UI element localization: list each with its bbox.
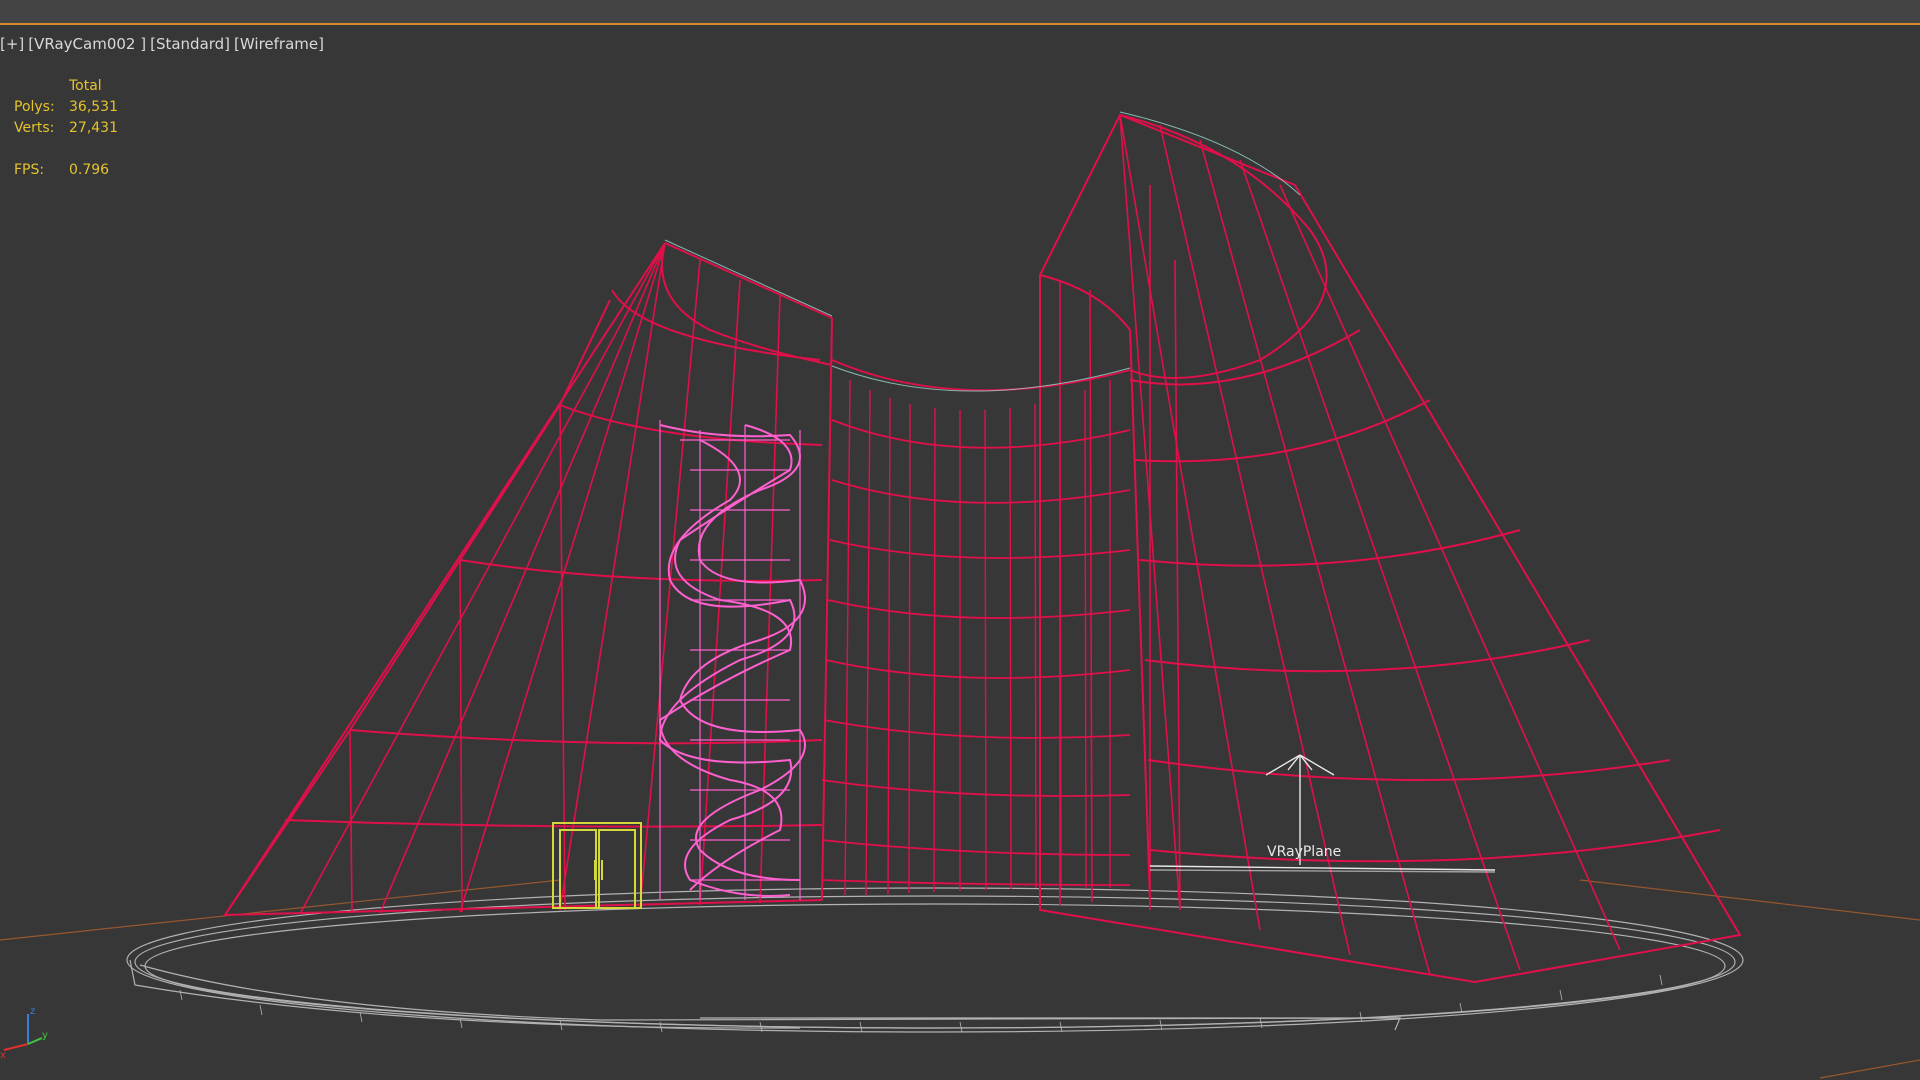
base-platform-wire[interactable] [126, 887, 1744, 1033]
ground-lines [0, 879, 1920, 1079]
top-rim-edges [664, 111, 1301, 392]
viewport-wireframe[interactable]: [+] [VRayCam002 ] [Standard] [Wireframe]… [0, 0, 1920, 1080]
axis-x-label: x [0, 1050, 6, 1060]
wireframe-scene[interactable] [0, 0, 1920, 1080]
xyz-axis-gizmo-icon: z y x [0, 1006, 48, 1060]
axis-y-label: y [42, 1030, 48, 1041]
axis-z-label: z [30, 1006, 35, 1017]
vray-plane-label[interactable]: VRayPlane [1267, 844, 1341, 860]
right-cone-wire[interactable] [1039, 113, 1742, 984]
central-cylinder-wire[interactable] [821, 359, 1131, 896]
left-cone-wire[interactable] [223, 242, 833, 917]
spiral-staircase-wire[interactable] [658, 420, 806, 900]
